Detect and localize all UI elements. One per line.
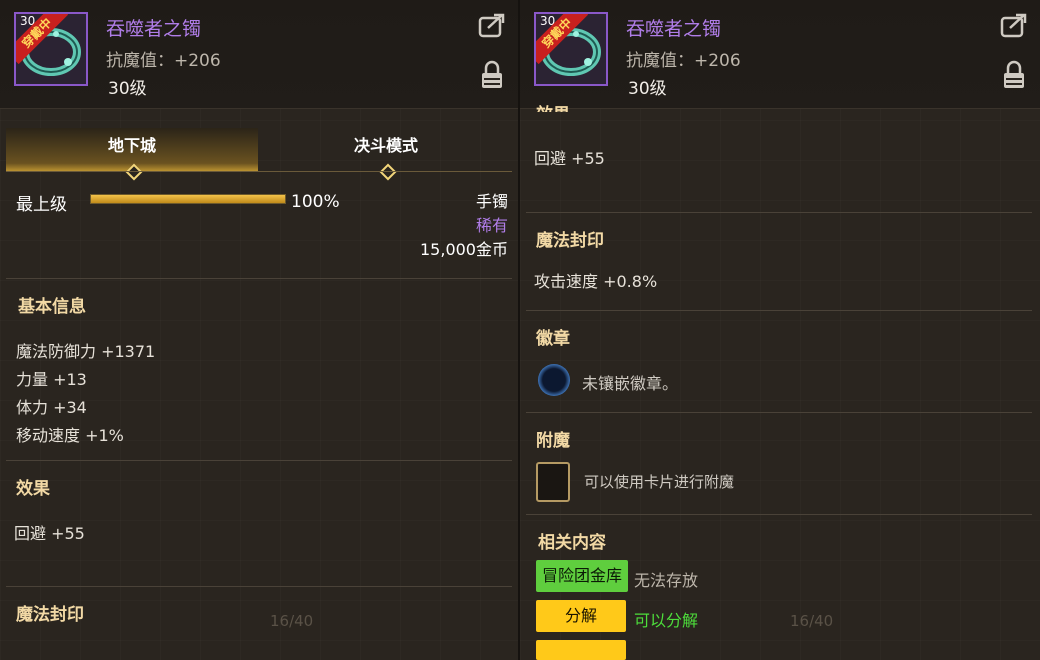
adventure-vault-badge[interactable]: 冒险团金库: [536, 560, 629, 592]
enchant-card-slot[interactable]: [536, 462, 570, 502]
enchant-title: 附魔: [536, 431, 570, 451]
divider: [526, 514, 1032, 515]
item-header: 30 穿戴中 吞噬者之镯 抗魔值：+206 30级: [0, 0, 518, 109]
basic-info-title: 基本信息: [18, 297, 86, 317]
item-stat: 抗魔值：+206: [626, 51, 741, 71]
background-counter: 16/40: [270, 612, 314, 630]
more-badge[interactable]: [536, 640, 626, 660]
seal-line: 攻击速度 +0.8%: [534, 272, 658, 291]
grade-label: 最上级: [16, 195, 67, 215]
tab-dungeon[interactable]: 地下城: [6, 128, 258, 181]
divider: [526, 310, 1032, 311]
effect-line: 回避 +55: [534, 149, 605, 168]
vault-note: 无法存放: [634, 571, 699, 590]
item-rarity: 稀有: [475, 216, 508, 235]
magic-seal-title: 魔法封印: [536, 231, 604, 251]
item-price: 15,000金币: [420, 240, 508, 259]
divider: [6, 460, 512, 461]
mode-tabs: 地下城 决斗模式: [6, 128, 512, 181]
item-level: 30级: [108, 79, 147, 99]
tab-pvp[interactable]: 决斗模式: [260, 128, 512, 181]
magic-seal-title: 魔法封印: [16, 605, 84, 625]
stat-line: 移动速度 +1%: [16, 426, 124, 445]
tab-indicator-icon: [125, 163, 143, 181]
item-slot: 手镯: [475, 192, 508, 211]
divider: [6, 278, 512, 279]
item-name: 吞噬者之镯: [106, 18, 202, 40]
item-level: 30级: [628, 79, 667, 99]
bracelet-icon[interactable]: 30 穿戴中: [534, 12, 608, 86]
divider: [526, 412, 1032, 413]
lock-icon[interactable]: [480, 60, 504, 90]
effect-title-clipped: 效果: [536, 100, 570, 112]
share-icon[interactable]: [478, 12, 506, 38]
grade-percent: 100%: [291, 192, 340, 212]
grade-progress-bar: [90, 194, 286, 204]
background-counter: 16/40: [790, 612, 834, 630]
stat-line: 体力 +34: [16, 398, 87, 417]
disassemble-note: 可以分解: [634, 611, 699, 630]
enchant-text: 可以使用卡片进行附魔: [584, 473, 735, 491]
share-icon[interactable]: [1000, 12, 1028, 38]
divider: [526, 212, 1032, 213]
grade-fill: [91, 195, 285, 203]
item-header: 30 穿戴中 吞噬者之镯 抗魔值：+206 30级: [520, 0, 1040, 109]
item-tooltip-right: 30 穿戴中 吞噬者之镯 抗魔值：+206 30级 效果 回避 +55 魔法封印…: [520, 0, 1040, 660]
bracelet-icon[interactable]: 30 穿戴中: [14, 12, 88, 86]
emblem-title: 徽章: [536, 329, 570, 349]
emblem-text: 未镶嵌徽章。: [582, 374, 679, 393]
disassemble-badge[interactable]: 分解: [536, 600, 626, 632]
item-name: 吞噬者之镯: [626, 18, 722, 40]
related-title: 相关内容: [538, 533, 606, 553]
emblem-socket-icon[interactable]: [538, 364, 570, 396]
lock-icon[interactable]: [1002, 60, 1026, 90]
effect-line: 回避 +55: [14, 524, 85, 543]
stat-line: 魔法防御力 +1371: [16, 342, 156, 361]
tab-underline: [6, 171, 512, 172]
item-stat: 抗魔值：+206: [106, 51, 221, 71]
effect-title: 效果: [16, 479, 50, 499]
stat-line: 力量 +13: [16, 370, 87, 389]
divider: [6, 586, 512, 587]
item-tooltip-left: 30 穿戴中 吞噬者之镯 抗魔值：+206 30级 地下城 决斗模式 最上级 1…: [0, 0, 518, 660]
tab-indicator-icon: [379, 163, 397, 181]
